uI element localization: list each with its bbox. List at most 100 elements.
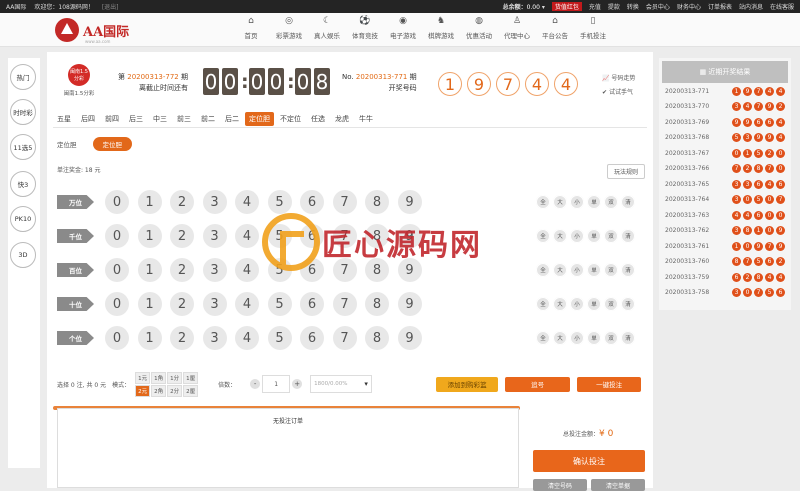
category-pk10[interactable]: PK10 <box>10 206 36 232</box>
tab-8[interactable]: 定位胆 <box>245 112 274 126</box>
top-link-support[interactable]: 在线客服 <box>770 2 794 11</box>
quick-bet-button[interactable]: 一键投注 <box>577 376 642 392</box>
number-ball[interactable]: 1 <box>137 326 162 350</box>
number-ball[interactable]: 1 <box>137 224 162 248</box>
tab-5[interactable]: 前三 <box>173 112 195 126</box>
quick-pick-button[interactable]: 小 <box>570 195 584 209</box>
tab-11[interactable]: 龙虎 <box>331 112 353 126</box>
quick-pick-button[interactable]: 清 <box>621 195 635 209</box>
number-ball[interactable]: 3 <box>202 326 227 350</box>
tab-0[interactable]: 五星 <box>53 112 75 126</box>
top-link-messages[interactable]: 站内消息 <box>739 2 763 11</box>
tab-7[interactable]: 后二 <box>221 112 243 126</box>
top-link-deposit[interactable]: 充值 <box>589 2 601 11</box>
top-link-member[interactable]: 会员中心 <box>646 2 670 11</box>
quick-pick-button[interactable]: 小 <box>570 331 584 345</box>
chase-button[interactable]: 追号 <box>505 376 571 392</box>
clear-numbers-button[interactable]: 清空号码 <box>533 479 587 491</box>
number-ball[interactable]: 5 <box>267 292 292 316</box>
number-ball[interactable]: 6 <box>300 326 324 350</box>
unit-option[interactable]: 1分 <box>167 371 183 384</box>
nav-chess[interactable]: ♞ 棋牌游戏 <box>422 16 460 40</box>
number-ball[interactable]: 4 <box>235 224 259 248</box>
number-ball[interactable]: 0 <box>105 292 129 316</box>
trend-link[interactable]: 📈 号码走势 <box>602 72 635 86</box>
quick-pick-button[interactable]: 双 <box>604 229 618 243</box>
site-logo[interactable]: AA国际 www.aa.com <box>55 18 129 44</box>
top-link-withdraw[interactable]: 提款 <box>608 2 620 11</box>
number-ball[interactable]: 5 <box>267 326 292 350</box>
number-ball[interactable]: 9 <box>397 292 422 316</box>
number-ball[interactable]: 4 <box>235 326 259 350</box>
number-ball[interactable]: 4 <box>235 292 259 316</box>
quick-pick-button[interactable]: 双 <box>604 195 618 209</box>
nav-mobile[interactable]: ▯ 手机投注 <box>574 16 612 40</box>
number-ball[interactable]: 3 <box>202 258 227 282</box>
quick-pick-button[interactable]: 全 <box>536 297 550 311</box>
rules-button[interactable]: 玩法规则 <box>607 164 645 179</box>
category-3d[interactable]: 3D <box>10 242 36 268</box>
category-hot[interactable]: 热门 <box>10 64 36 90</box>
unit-option[interactable]: 1元 <box>135 371 151 384</box>
quick-pick-button[interactable]: 双 <box>604 297 618 311</box>
quick-pick-button[interactable]: 全 <box>536 331 550 345</box>
plus-button[interactable]: + <box>292 379 303 389</box>
number-ball[interactable]: 6 <box>300 190 324 214</box>
confirm-bet-button[interactable]: 确认投注 <box>533 450 645 472</box>
quick-pick-button[interactable]: 大 <box>553 263 567 277</box>
multiplier-input[interactable]: 1 <box>262 375 291 393</box>
quick-pick-button[interactable]: 全 <box>536 195 550 209</box>
top-link-transfer[interactable]: 转换 <box>627 2 639 11</box>
number-ball[interactable]: 0 <box>105 258 129 282</box>
nav-live[interactable]: ☾ 真人娱乐 <box>308 16 346 40</box>
number-ball[interactable]: 8 <box>365 190 389 214</box>
quick-pick-button[interactable]: 大 <box>553 229 567 243</box>
nav-promos[interactable]: ◍ 优惠活动 <box>460 16 498 40</box>
quick-pick-button[interactable]: 清 <box>621 331 635 345</box>
nav-sports[interactable]: ⚽ 体育竞技 <box>346 16 384 40</box>
quick-pick-button[interactable]: 大 <box>553 297 567 311</box>
number-ball[interactable]: 2 <box>170 190 194 214</box>
quick-pick-button[interactable]: 双 <box>604 331 618 345</box>
top-link-report[interactable]: 订单报表 <box>708 2 732 11</box>
number-ball[interactable]: 6 <box>300 292 324 316</box>
quick-pick-button[interactable]: 单 <box>587 297 601 311</box>
quick-pick-button[interactable]: 大 <box>553 195 567 209</box>
number-ball[interactable]: 8 <box>365 292 389 316</box>
number-ball[interactable]: 1 <box>137 292 162 316</box>
number-ball[interactable]: 7 <box>332 190 357 214</box>
category-11x5[interactable]: 11选5 <box>10 134 36 160</box>
trial-link[interactable]: ✔ 试试手气 <box>602 86 635 100</box>
quick-pick-button[interactable]: 清 <box>621 229 635 243</box>
number-ball[interactable]: 2 <box>170 224 194 248</box>
number-ball[interactable]: 3 <box>202 292 227 316</box>
tab-3[interactable]: 后三 <box>125 112 147 126</box>
quick-pick-button[interactable]: 单 <box>587 195 601 209</box>
number-ball[interactable]: 9 <box>397 190 422 214</box>
nav-home[interactable]: ⌂ 首页 <box>232 16 270 40</box>
add-to-cart-button[interactable]: 添加到购彩篮 <box>436 376 499 392</box>
number-ball[interactable]: 0 <box>105 326 129 350</box>
unit-option[interactable]: 2元 <box>135 384 151 397</box>
clear-orders-button[interactable]: 清空单据 <box>591 479 645 491</box>
quick-pick-button[interactable]: 大 <box>553 331 567 345</box>
nav-slots[interactable]: ◉ 电子游戏 <box>384 16 422 40</box>
tab-2[interactable]: 前四 <box>101 112 123 126</box>
number-ball[interactable]: 8 <box>365 326 389 350</box>
quick-pick-button[interactable]: 双 <box>604 263 618 277</box>
recharge-alert[interactable]: 货值红包 <box>551 2 582 11</box>
tab-12[interactable]: 牛牛 <box>355 112 377 126</box>
unit-option[interactable]: 1厘 <box>183 371 199 384</box>
unit-option[interactable]: 2厘 <box>183 384 199 397</box>
tab-9[interactable]: 不定位 <box>276 112 305 126</box>
quick-pick-button[interactable]: 单 <box>587 331 601 345</box>
quick-pick-button[interactable]: 单 <box>587 263 601 277</box>
number-ball[interactable]: 2 <box>170 326 194 350</box>
number-ball[interactable]: 4 <box>235 258 259 282</box>
odds-select[interactable]: 1800/0.00% ▾ <box>310 375 373 393</box>
number-ball[interactable]: 3 <box>202 224 227 248</box>
quick-pick-button[interactable]: 清 <box>621 263 635 277</box>
nav-notice[interactable]: ⌂ 平台公告 <box>536 16 574 40</box>
category-ssc[interactable]: 时时彩 <box>10 99 36 125</box>
unit-option[interactable]: 2分 <box>167 384 183 397</box>
